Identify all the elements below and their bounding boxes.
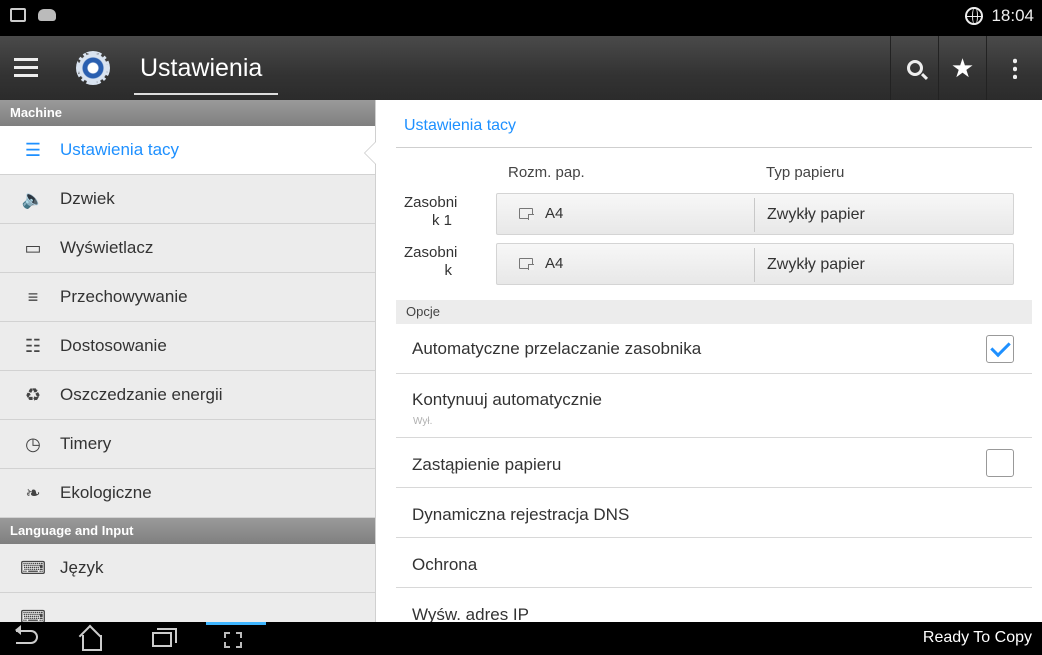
sidebar-item-energy-saving[interactable]: ♻ Oszczedzanie energii (0, 371, 375, 420)
sliders-icon: ☷ (24, 335, 42, 356)
paper-substitution-checkbox[interactable] (986, 449, 1014, 477)
search-icon (906, 60, 923, 76)
action-bar: Ustawienia ★ (0, 36, 1042, 100)
option-paper-substitution[interactable]: Zastąpienie papieru (396, 438, 1032, 488)
star-icon: ★ (950, 53, 975, 83)
recent-apps-icon[interactable] (152, 628, 177, 647)
section-title: Ustawienia tacy (404, 117, 517, 134)
sidebar-item-customization[interactable]: ☷ Dostosowanie (0, 322, 375, 371)
section-header-machine: Machine (0, 100, 375, 126)
globe-icon (965, 7, 984, 25)
option-sublabel: Wył. (413, 416, 433, 427)
tray-label-line: k 1 (431, 212, 452, 229)
option-label: Ochrona (412, 555, 478, 574)
paper-size-cell[interactable]: A4 (519, 255, 563, 272)
column-header-size: Rozm. pap. (508, 164, 585, 181)
option-dynamic-dns[interactable]: Dynamiczna rejestracja DNS (396, 488, 1032, 538)
tray-label: Zasobni k 1 (404, 194, 458, 230)
monitor-icon: ▭ (24, 237, 42, 258)
section-header-language-input: Language and Input (0, 518, 375, 544)
sidebar-item-storage[interactable]: ≡ Przechowywanie (0, 273, 375, 322)
sidebar-item-label: Wyświetlacz (60, 238, 154, 257)
sidebar: Machine ☰ Ustawienia tacy 🔈 Dzwiek ▭ Wyś… (0, 100, 376, 622)
favorite-button[interactable]: ★ (938, 36, 986, 100)
database-icon: ≡ (27, 286, 39, 307)
sidebar-item-partial[interactable]: ⌨ (0, 593, 375, 623)
sidebar-item-sound[interactable]: 🔈 Dzwiek (0, 175, 375, 224)
auto-tray-switch-checkbox[interactable] (986, 335, 1014, 363)
sidebar-item-label: Język (60, 558, 104, 577)
option-auto-tray-switch[interactable]: Automatyczne przelaczanie zasobnika (396, 324, 1032, 374)
paper-type-value[interactable]: Zwykły papier (767, 206, 865, 224)
option-continue-auto[interactable]: Kontynuuj automatycznie Wył. (396, 374, 1032, 438)
paper-type-value[interactable]: Zwykły papier (767, 256, 865, 274)
screenshot-icon (224, 632, 242, 648)
sidebar-item-label: Ustawienia tacy (60, 140, 180, 159)
option-show-ip[interactable]: Wyśw. adres IP (396, 588, 1032, 622)
option-label: Automatyczne przelaczanie zasobnika (412, 339, 702, 358)
more-vert-icon (1012, 57, 1017, 79)
abc-keyboard-icon: ⌨ (20, 557, 46, 578)
settings-gear-icon (76, 51, 110, 85)
paper-icon (519, 258, 534, 270)
sidebar-item-label: Dostosowanie (60, 336, 167, 355)
stopwatch-icon: ◷ (25, 433, 41, 454)
sidebar-item-timers[interactable]: ◷ Timery (0, 420, 375, 469)
leaf-icon: ❧ (25, 482, 41, 503)
home-icon[interactable] (80, 630, 102, 651)
paper-size-value: A4 (545, 255, 564, 272)
tray-label-line: k (444, 262, 453, 279)
sidebar-item-language[interactable]: ⌨ Język (0, 544, 375, 593)
keyboard-icon: ⌨ (20, 606, 46, 623)
option-label: Zastąpienie papieru (412, 455, 562, 474)
device-status: Ready To Copy (922, 629, 1032, 646)
sidebar-item-label: Timery (60, 434, 112, 453)
clock: 18:04 (991, 6, 1034, 25)
page-title[interactable]: Ustawienia (140, 54, 262, 83)
tray-1-row[interactable]: A4 Zwykły papier (496, 193, 1014, 235)
tray-list-icon: ☰ (24, 139, 42, 160)
title-divider (396, 147, 1032, 148)
option-label: Kontynuuj automatycznie (412, 390, 602, 409)
cell-divider (754, 198, 755, 232)
paper-icon (519, 208, 534, 220)
cell-divider (754, 248, 755, 282)
menu-icon[interactable] (14, 58, 38, 78)
sidebar-item-label: Przechowywanie (60, 287, 188, 306)
title-underline (134, 93, 278, 95)
sidebar-item-label: Dzwiek (60, 189, 115, 208)
tray-2-row[interactable]: A4 Zwykły papier (496, 243, 1014, 285)
sidebar-item-label: Ekologiczne (60, 483, 152, 502)
main-panel: Ustawienia tacy Rozm. pap. Typ papieru Z… (376, 100, 1042, 622)
paper-size-cell[interactable]: A4 (519, 205, 563, 222)
tray-label-line: Zasobni (404, 194, 458, 211)
recycle-icon: ♻ (24, 384, 42, 405)
image-notification-icon (10, 8, 26, 22)
overflow-menu-button[interactable] (986, 36, 1042, 100)
screenshot-button[interactable] (206, 622, 266, 655)
options-header: Opcje (396, 300, 1032, 324)
back-icon[interactable] (15, 625, 38, 644)
sidebar-item-eco[interactable]: ❧ Ekologiczne (0, 469, 375, 518)
sidebar-item-tray-settings[interactable]: ☰ Ustawienia tacy (0, 126, 375, 175)
android-notification-icon (38, 9, 56, 21)
tray-label: Zasobni k (404, 244, 458, 280)
option-label: Wyśw. adres IP (412, 605, 529, 622)
option-protection[interactable]: Ochrona (396, 538, 1032, 588)
search-button[interactable] (890, 36, 938, 100)
column-header-type: Typ papieru (766, 164, 845, 181)
navigation-bar: Ready To Copy (0, 622, 1042, 655)
sidebar-item-label: Oszczedzanie energii (60, 385, 223, 404)
status-bar: 18:04 (0, 0, 1042, 36)
paper-size-value: A4 (545, 205, 564, 222)
sidebar-item-display[interactable]: ▭ Wyświetlacz (0, 224, 375, 273)
active-indicator (206, 622, 266, 625)
option-label: Dynamiczna rejestracja DNS (412, 505, 630, 524)
tray-label-line: Zasobni (404, 244, 458, 261)
speaker-icon: 🔈 (21, 188, 45, 209)
